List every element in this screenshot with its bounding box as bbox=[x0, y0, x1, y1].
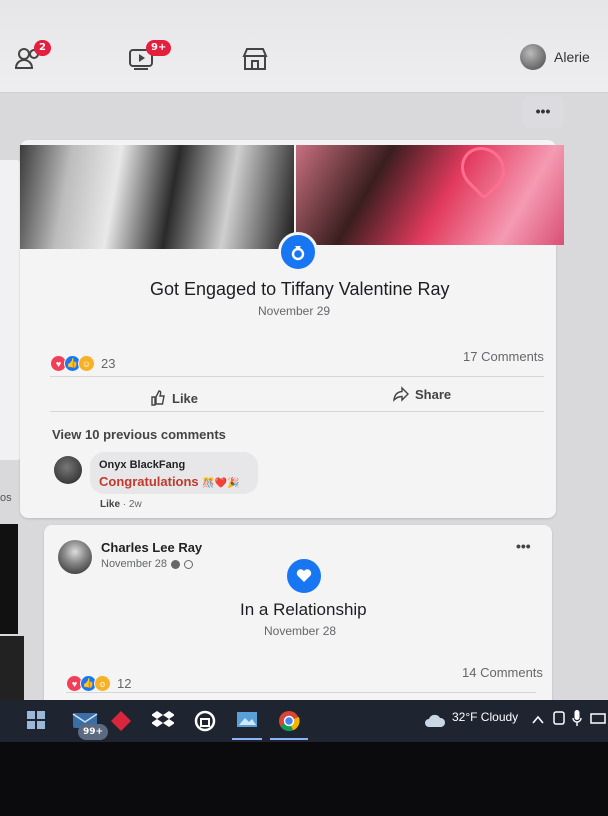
active-indicator bbox=[232, 738, 262, 740]
commenter-avatar[interactable] bbox=[54, 456, 82, 484]
event-photo-right[interactable] bbox=[296, 145, 564, 245]
wow-reaction-icon: o bbox=[94, 675, 111, 692]
commenter-name[interactable]: Onyx BlackFang bbox=[99, 459, 185, 471]
relationship-date: November 28 bbox=[264, 624, 337, 638]
more-options-button[interactable]: ••• bbox=[522, 96, 564, 128]
care-reaction-icon: ☺ bbox=[78, 355, 95, 372]
comment-text: Congratulations 🎊❤️🎉 bbox=[99, 474, 240, 489]
left-dark-panel bbox=[0, 524, 18, 634]
comment-emojis: 🎊❤️🎉 bbox=[202, 478, 240, 489]
meet-now-icon[interactable] bbox=[552, 710, 566, 732]
privacy-globe-icon bbox=[184, 559, 194, 569]
avatar bbox=[520, 44, 546, 70]
dot-icon bbox=[171, 559, 181, 569]
friends-icon[interactable]: 2 bbox=[14, 40, 51, 80]
profile-name: Alerie bbox=[554, 49, 590, 65]
author-name[interactable]: Charles Lee Ray bbox=[101, 540, 202, 555]
event-date: November 29 bbox=[258, 304, 331, 318]
share-label: Share bbox=[415, 386, 452, 402]
start-button[interactable] bbox=[26, 710, 48, 732]
thumbs-up-icon bbox=[151, 390, 165, 406]
dropbox-icon[interactable] bbox=[151, 710, 175, 732]
app-circle-icon[interactable] bbox=[194, 710, 216, 732]
event-title: Got Engaged to Tiffany Valentine Ray bbox=[150, 279, 450, 299]
microphone-icon[interactable] bbox=[572, 709, 584, 731]
friends-badge: 2 bbox=[34, 40, 51, 56]
comment-bubble: Onyx BlackFang Congratulations 🎊❤️🎉 bbox=[90, 452, 258, 494]
divider bbox=[66, 692, 536, 693]
cloud-icon[interactable] bbox=[424, 712, 446, 734]
share-button[interactable]: Share bbox=[393, 386, 451, 402]
post-date-text[interactable]: November 28 bbox=[101, 558, 167, 570]
app-diamond-icon[interactable] bbox=[110, 710, 132, 732]
left-partial-text: os bbox=[0, 492, 12, 504]
view-previous-comments[interactable]: View 10 previous comments bbox=[52, 427, 226, 442]
ring-icon bbox=[278, 232, 318, 272]
comment-time: 2w bbox=[128, 499, 142, 510]
reaction-count-2: 12 bbox=[117, 676, 132, 691]
mail-icon[interactable]: 99+ bbox=[72, 710, 109, 740]
relationship-title: In a Relationship bbox=[240, 600, 367, 619]
marketplace-icon[interactable] bbox=[242, 46, 276, 80]
chrome-icon[interactable] bbox=[278, 710, 300, 732]
share-icon bbox=[393, 386, 409, 402]
windows-taskbar: 99+ 32°F Cloudy bbox=[0, 700, 608, 742]
network-icon[interactable] bbox=[590, 712, 608, 734]
like-label: Like bbox=[172, 390, 199, 406]
comment-meta: Like · 2w bbox=[100, 499, 142, 510]
divider bbox=[50, 411, 544, 412]
monitor-bezel bbox=[0, 742, 608, 816]
mail-badge: 99+ bbox=[78, 724, 109, 740]
comments-count-2[interactable]: 14 Comments bbox=[462, 665, 543, 680]
comment-like-link[interactable]: Like bbox=[100, 499, 120, 510]
active-indicator bbox=[270, 738, 308, 740]
profile-button[interactable]: Alerie bbox=[520, 44, 590, 70]
heart-icon bbox=[284, 556, 324, 596]
watch-badge: 9+ bbox=[146, 40, 172, 56]
post-options-button[interactable]: ••• bbox=[516, 538, 531, 554]
post-date: November 28 bbox=[101, 558, 194, 570]
photos-icon[interactable] bbox=[236, 710, 258, 732]
reaction-count: 23 bbox=[101, 356, 116, 371]
event-photo-left[interactable] bbox=[20, 145, 294, 249]
reaction-summary[interactable]: ♥ 👍 ☺ 23 bbox=[50, 355, 115, 372]
weather-label[interactable]: 32°F Cloudy bbox=[452, 710, 518, 724]
left-dark-panel-2 bbox=[0, 636, 24, 706]
left-column-card bbox=[0, 160, 22, 460]
author-avatar[interactable] bbox=[58, 540, 92, 574]
top-navigation-bar: 2 9+ Alerie bbox=[0, 0, 608, 93]
comments-count[interactable]: 17 Comments bbox=[463, 349, 544, 364]
watch-icon[interactable]: 9+ bbox=[128, 40, 172, 80]
reaction-summary-2[interactable]: ♥ 👍 o 12 bbox=[66, 675, 131, 692]
divider bbox=[50, 376, 544, 377]
chevron-up-icon[interactable] bbox=[532, 712, 546, 734]
like-button[interactable]: Like bbox=[150, 390, 198, 406]
